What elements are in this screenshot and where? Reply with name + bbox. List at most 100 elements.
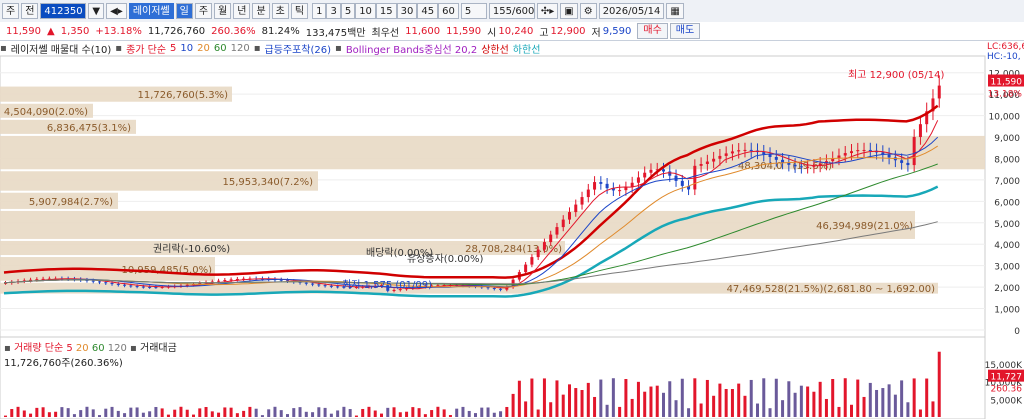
volume-bar <box>868 382 872 417</box>
volume-bar <box>599 379 603 417</box>
volume-bar <box>618 406 622 417</box>
volume-bar <box>329 413 333 417</box>
volume-bar <box>10 409 14 417</box>
candle <box>135 286 139 288</box>
volume-bar <box>480 407 484 417</box>
candle <box>141 286 145 288</box>
volume-bar <box>60 407 64 417</box>
candle <box>749 149 753 151</box>
current-price-label: 11,590 <box>991 78 1023 88</box>
legend-marker-icon: ▪ <box>4 343 11 354</box>
volume-bar <box>574 388 578 417</box>
volume-bar <box>624 379 628 417</box>
volume-bar <box>317 407 321 417</box>
volume-bar <box>442 409 446 417</box>
volume-bar <box>542 378 546 417</box>
candle <box>586 189 590 198</box>
y-tick-label: 6,000 <box>994 198 1020 208</box>
candle <box>110 283 114 285</box>
candle <box>868 149 872 151</box>
volume-bar <box>781 400 785 417</box>
volume-profile-label: 4,504,090(2.0%) <box>4 107 88 118</box>
volume-bar <box>110 406 114 417</box>
candle <box>104 282 108 284</box>
volume-bar <box>906 402 910 417</box>
volume-bar <box>311 412 315 417</box>
candle <box>730 151 734 154</box>
volume-bar <box>116 410 120 417</box>
volume-bar <box>499 411 503 417</box>
candle <box>148 286 152 288</box>
volume-bar <box>605 404 609 417</box>
y-tick-label: 8,000 <box>994 155 1020 165</box>
volume-bar <box>342 406 346 417</box>
volume-bar <box>248 406 252 417</box>
volume-bar <box>292 408 296 417</box>
candle <box>912 137 916 166</box>
volume-bar <box>561 394 565 417</box>
volume-bar <box>166 414 170 417</box>
volume-bar <box>267 409 271 417</box>
candle <box>323 285 327 287</box>
volume-bar <box>850 404 853 417</box>
volume-bar <box>524 401 528 417</box>
volume-bar <box>831 379 835 417</box>
y-tick-label: 1,000 <box>994 306 1020 316</box>
volume-bar <box>806 386 810 417</box>
volume-ma-label[interactable]: 거래량 단순 <box>14 343 63 354</box>
volume-bar <box>492 412 496 417</box>
volume-bar <box>79 410 83 417</box>
volume-bar <box>16 406 20 417</box>
y-tick-label: 10,000 <box>989 113 1021 123</box>
candle <box>705 161 709 164</box>
volume-bar <box>348 409 352 417</box>
candle <box>492 287 496 289</box>
candle <box>737 150 741 152</box>
volume-bar <box>793 392 797 417</box>
volume-bar <box>273 406 277 417</box>
candle <box>643 172 647 178</box>
volume-bar <box>474 413 477 417</box>
candle <box>35 279 39 281</box>
volume-bar <box>373 410 377 417</box>
candle <box>223 280 227 282</box>
candle <box>699 163 703 166</box>
volume-bar <box>937 351 941 417</box>
candle <box>555 227 559 235</box>
candle <box>906 162 910 166</box>
volume-bar <box>198 408 202 417</box>
candle <box>662 169 665 172</box>
volume-bar <box>699 403 703 417</box>
volume-current-label: 11,727 <box>991 373 1023 383</box>
volume-bar <box>286 414 289 417</box>
candle <box>843 153 847 156</box>
candle <box>311 283 315 285</box>
volume-bar <box>54 411 58 417</box>
volume-bar <box>185 409 189 417</box>
volume-bar <box>881 388 885 417</box>
candle <box>229 279 233 281</box>
volume-bar <box>210 411 214 417</box>
y-tick-label: 7,000 <box>994 177 1020 187</box>
volume-bar <box>893 394 897 417</box>
volume-legend: ▪ 거래량 단순 5 20 60 120 ▪ 거래대금 11,726,760주(… <box>4 339 177 369</box>
volume-bar <box>611 378 615 417</box>
volume-bar <box>837 406 841 417</box>
volume-bar <box>22 410 26 417</box>
volume-amount-label[interactable]: 거래대금 <box>140 343 177 354</box>
volume-value: 11,726,760주(260.36%) <box>4 358 123 369</box>
volume-bar <box>912 378 916 417</box>
candle <box>336 286 340 288</box>
volume-y-tick: 15,000K <box>985 361 1023 371</box>
volume-bar <box>279 410 283 417</box>
volume-bar <box>505 406 509 417</box>
candle <box>561 219 565 228</box>
high-annotation: 최고 12,900 (05/14) <box>848 69 944 81</box>
volume-profile-label: 6,836,475(3.1%) <box>47 123 131 134</box>
candle <box>593 182 597 190</box>
candle <box>724 153 728 156</box>
candle <box>743 149 747 151</box>
volume-bar <box>304 411 308 417</box>
candle <box>91 280 95 282</box>
candle <box>856 150 860 152</box>
